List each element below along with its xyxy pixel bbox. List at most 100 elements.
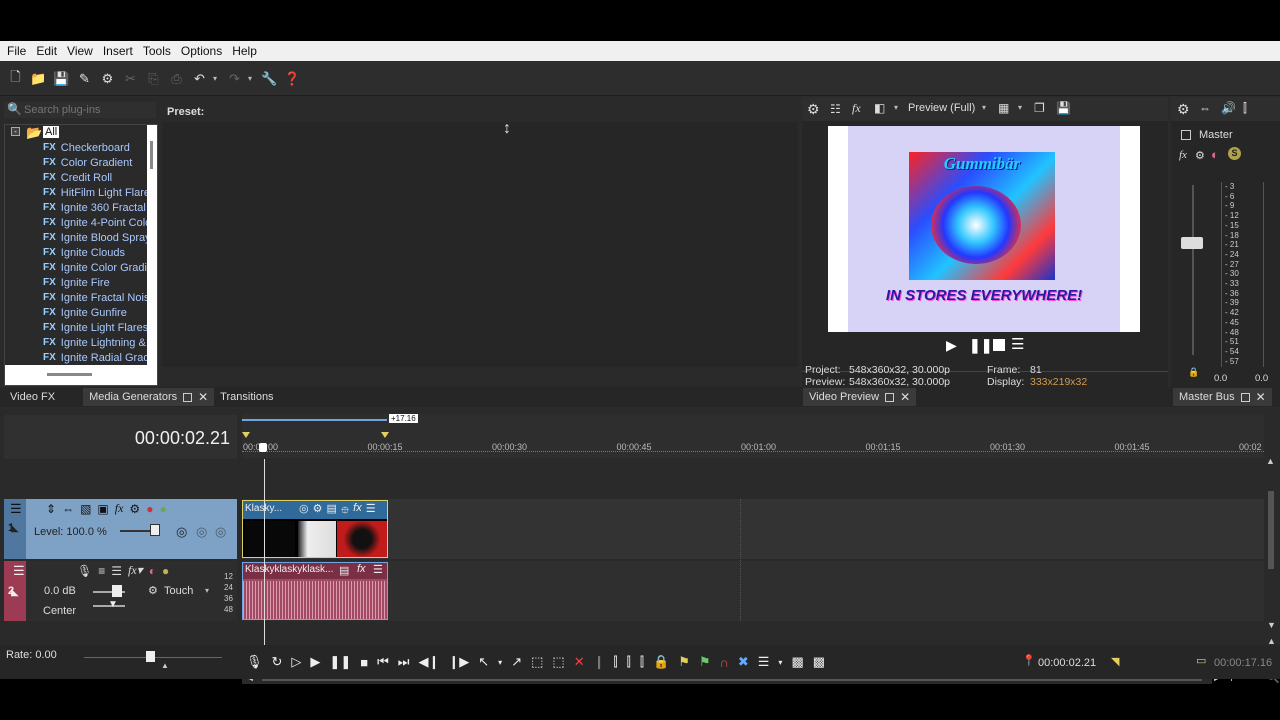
- audio-solo-icon[interactable]: ●: [162, 564, 169, 578]
- timecode-display[interactable]: 00:00:02.21: [110, 428, 230, 449]
- master-properties-gear-icon[interactable]: ⚙: [1177, 101, 1190, 118]
- track-menu-icon[interactable]: ☰: [10, 501, 22, 517]
- envelope-tool-icon[interactable]: ↗: [511, 654, 522, 670]
- menu-view[interactable]: View: [63, 44, 97, 58]
- plugin-list-item[interactable]: FX Checkerboard: [43, 140, 130, 155]
- tree-root-all[interactable]: All: [43, 126, 60, 138]
- preview-stop-button[interactable]: [993, 339, 1005, 351]
- trim-end-icon[interactable]: ⫿: [640, 654, 644, 670]
- record-icon[interactable]: 🎙: [246, 654, 263, 670]
- rate-slider-handle[interactable]: [146, 651, 155, 662]
- audio-fx-icon[interactable]: fx▾: [128, 563, 143, 578]
- split-screen-icon[interactable]: ◧: [874, 101, 885, 115]
- normal-edit-tool-icon[interactable]: ↖: [478, 654, 489, 670]
- mute-icon[interactable]: ●: [146, 502, 153, 516]
- help-whats-this-icon[interactable]: ❓: [283, 69, 302, 88]
- plugin-list-item[interactable]: FX Ignite Color Gradient: [43, 260, 157, 275]
- save-snapshot-icon[interactable]: 💾: [1056, 101, 1071, 115]
- play-icon[interactable]: ▶: [310, 654, 320, 670]
- auto-crossfade-icon[interactable]: ✖: [738, 654, 749, 670]
- clip-pan-crop-icon[interactable]: ◎: [299, 502, 309, 521]
- lock-envelopes-icon[interactable]: ▩: [813, 654, 825, 670]
- track-ring-icon[interactable]: ◎: [176, 524, 187, 540]
- trim-start-icon[interactable]: ⫿: [627, 654, 631, 670]
- audio-clip-menu-icon[interactable]: ☰: [373, 563, 383, 576]
- lock-icon[interactable]: 🔒: [653, 654, 669, 670]
- render-as-icon[interactable]: ✎: [75, 69, 94, 88]
- plugin-list-item[interactable]: FX Ignite Fire: [43, 275, 110, 290]
- new-file-icon[interactable]: 🗋: [6, 69, 25, 88]
- plugin-list-item[interactable]: FX Ignite 360 Fractal: [43, 200, 146, 215]
- split-dropdown-icon[interactable]: ▾: [894, 103, 902, 112]
- menu-file[interactable]: File: [3, 44, 30, 58]
- plugin-list-item[interactable]: FX Color Gradient: [43, 155, 132, 170]
- clip-crop-icon[interactable]: ⯐: [341, 502, 349, 521]
- close-icon[interactable]: ✕: [900, 390, 910, 404]
- master-fx-icon[interactable]: fx: [1179, 149, 1187, 161]
- menu-help[interactable]: Help: [228, 44, 261, 58]
- track-fx-icon[interactable]: fx: [115, 501, 124, 516]
- redo-icon[interactable]: ↷: [225, 69, 244, 88]
- plugin-list-item[interactable]: FX Ignite Clouds: [43, 245, 125, 260]
- pan-slider-handle-icon[interactable]: ▼: [108, 599, 118, 610]
- undock-icon[interactable]: [885, 392, 895, 402]
- plugin-list-item[interactable]: FX Ignite Blood Spray: [43, 230, 151, 245]
- zoom-edit-tool-icon[interactable]: ⬚: [552, 654, 564, 670]
- snapping-icon[interactable]: ∩: [720, 655, 729, 670]
- paste-icon[interactable]: ⎙: [167, 69, 186, 88]
- track-link-icon[interactable]: ◎: [196, 524, 207, 540]
- tab-video-preview[interactable]: Video Preview ✕: [803, 388, 917, 406]
- plugin-search-input[interactable]: [24, 102, 154, 118]
- cursor-position-time[interactable]: 00:00:02.21: [1038, 657, 1096, 669]
- go-to-start-icon[interactable]: ⏮: [377, 654, 389, 670]
- automation-mode-dropdown[interactable]: Touch: [164, 585, 193, 597]
- clip-media-fx-icon[interactable]: ⚙: [313, 502, 323, 521]
- tab-video-fx[interactable]: Video FX: [4, 388, 61, 406]
- pause-icon[interactable]: ❚❚: [329, 654, 351, 670]
- loop-end-marker[interactable]: [381, 432, 389, 438]
- plugin-list-item[interactable]: FX Ignite 4-Point Color: [43, 215, 155, 230]
- automation-icon[interactable]: ⚙: [129, 502, 140, 516]
- time-ruler[interactable]: +17.16 00:00:0000:00:1500:00:3000:00:450…: [242, 414, 1264, 458]
- previous-frame-icon[interactable]: ◀❙: [418, 654, 439, 670]
- vertical-scrollbar[interactable]: [1266, 469, 1276, 619]
- end-time-value[interactable]: 00:00:17.16: [1214, 657, 1272, 669]
- crop-icon[interactable]: ▣: [97, 502, 108, 516]
- plugin-list-item[interactable]: FX Ignite Radial Grad: [43, 350, 149, 365]
- properties-gear-icon[interactable]: ⚙: [98, 69, 117, 88]
- menu-tools[interactable]: Tools: [139, 44, 175, 58]
- ripple-edit-icon[interactable]: ☰: [758, 654, 770, 670]
- play-from-start-icon[interactable]: ▷: [291, 654, 301, 670]
- delete-icon[interactable]: ✕: [574, 654, 585, 670]
- plugin-search-box[interactable]: 🔍: [4, 102, 156, 118]
- stop-icon[interactable]: ■: [360, 655, 368, 670]
- plugin-list-item[interactable]: FX Ignite Fractal Noise: [43, 290, 156, 305]
- copy-snapshot-icon[interactable]: ❐: [1034, 101, 1045, 115]
- audio-clip-slate-icon[interactable]: ▤: [339, 564, 349, 577]
- track-motion-icon[interactable]: ▧: [80, 502, 91, 516]
- tab-master-bus[interactable]: Master Bus ✕: [1173, 388, 1272, 406]
- solo-icon[interactable]: ●: [159, 502, 166, 516]
- audio-expand-icon[interactable]: ≡: [98, 564, 105, 578]
- insert-marker-icon[interactable]: ⚑: [678, 654, 690, 670]
- preview-menu-icon[interactable]: ☰: [1011, 335, 1024, 353]
- menu-insert[interactable]: Insert: [99, 44, 137, 58]
- video-fx-icon[interactable]: fx: [852, 101, 861, 116]
- preview-properties-gear-icon[interactable]: ⚙: [807, 101, 820, 118]
- automation-mode-caret-icon[interactable]: ▾: [205, 586, 213, 595]
- close-icon[interactable]: ✕: [198, 390, 208, 404]
- arm-record-icon[interactable]: 🎙: [77, 564, 92, 578]
- overlays-dropdown-icon[interactable]: ▾: [1018, 103, 1026, 112]
- undock-icon[interactable]: [183, 392, 193, 402]
- undo-dropdown-icon[interactable]: ▾: [213, 74, 221, 83]
- copy-icon[interactable]: ⎘: [144, 69, 163, 88]
- clip-slate-icon[interactable]: ▤: [326, 502, 336, 521]
- split-icon[interactable]: ⫿: [614, 654, 618, 670]
- plugin-list-item[interactable]: FX Ignite Light Flares: [43, 320, 148, 335]
- clip-fx-icon[interactable]: fx: [353, 502, 362, 521]
- tree-horizontal-scrollbar[interactable]: [5, 365, 147, 385]
- audio-collapse-icon[interactable]: ◣: [11, 587, 19, 598]
- audio-track-menu-icon[interactable]: ☰: [13, 563, 25, 579]
- tree-vertical-scrollbar[interactable]: [147, 125, 157, 365]
- next-frame-icon[interactable]: ❙▶: [448, 654, 469, 670]
